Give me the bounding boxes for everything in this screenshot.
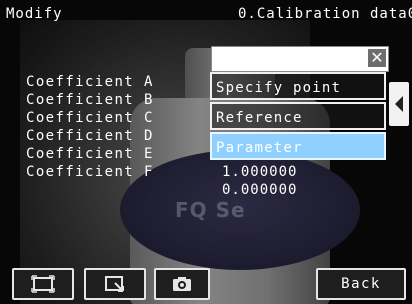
- zoom-window-icon: [105, 276, 124, 292]
- menu-item-parameter[interactable]: Parameter: [210, 132, 386, 160]
- coefficient-f-value: 0.000000: [222, 182, 298, 198]
- back-button[interactable]: Back: [316, 268, 406, 300]
- frame-button[interactable]: [12, 268, 74, 300]
- zoom-window-button[interactable]: [84, 268, 146, 300]
- coefficient-list: Coefficient A Coefficient B Coefficient …: [26, 74, 154, 182]
- coefficient-d-label: Coefficient D: [26, 128, 154, 144]
- chevron-left-icon: [395, 96, 403, 112]
- coefficient-f-label: Coefficient F: [26, 164, 154, 180]
- coefficient-values: 1.000000 0.000000: [222, 164, 297, 200]
- coefficient-b-label: Coefficient B: [26, 92, 154, 108]
- menu-item-specify-point[interactable]: Specify point: [210, 72, 386, 100]
- coefficient-a-label: Coefficient A: [26, 74, 154, 90]
- frame-icon: [31, 275, 55, 293]
- camera-icon: [173, 277, 191, 291]
- collapse-menu-button[interactable]: [389, 82, 409, 126]
- modify-screen: FQ Se Modify 0.Calibration data0 Coeffic…: [0, 0, 412, 304]
- coefficient-e-value: 1.000000: [222, 164, 298, 180]
- page-title: Modify: [6, 6, 63, 22]
- coefficient-c-label: Coefficient C: [26, 110, 154, 126]
- close-icon[interactable]: ✕: [368, 49, 386, 67]
- menu-item-reference[interactable]: Reference: [210, 102, 386, 130]
- menu-header: ✕: [211, 46, 389, 72]
- coefficient-e-label: Coefficient E: [26, 146, 154, 162]
- camera-button[interactable]: [154, 268, 210, 300]
- calibration-data-title: 0.Calibration data0: [238, 6, 412, 22]
